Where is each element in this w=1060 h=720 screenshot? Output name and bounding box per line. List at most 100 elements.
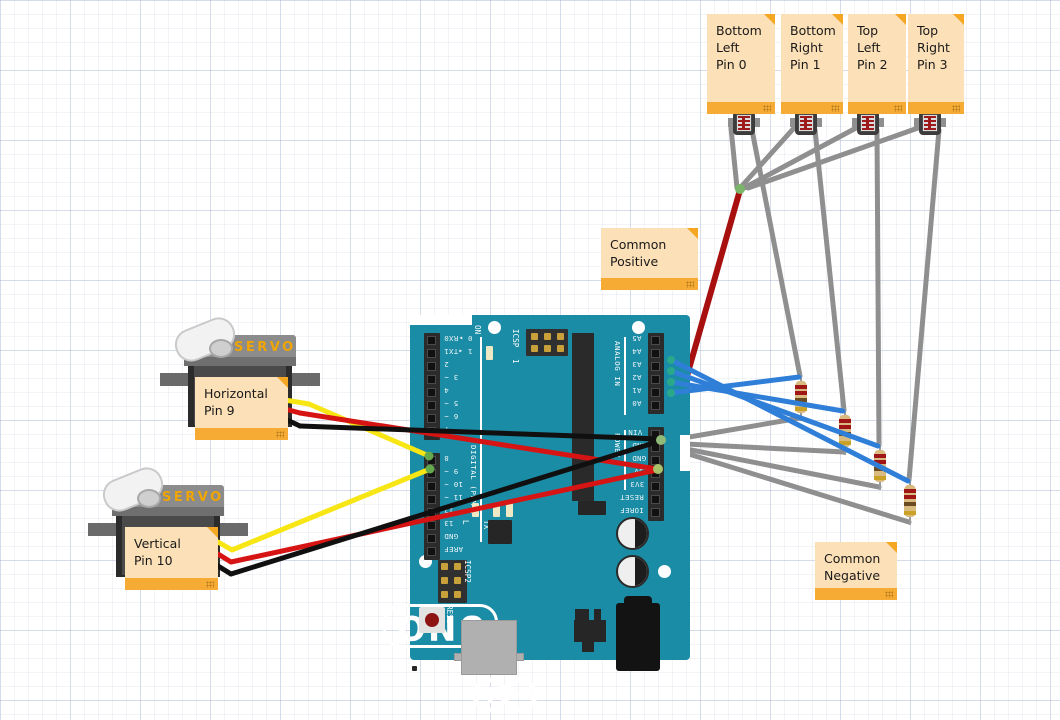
power-pin-reset[interactable] (651, 495, 660, 504)
reset-button[interactable] (419, 607, 445, 633)
resistor-a3[interactable] (903, 478, 917, 525)
arduino-uno-board[interactable]: 0 ▸RX0 1 ◂TX1 2 3 ~ 4 5 ~ 6 ~ 7 8 9 ~ 10… (383, 315, 690, 713)
power-pin-vin[interactable] (651, 430, 660, 439)
note-resize-grip-icon[interactable] (206, 581, 214, 588)
note-common-positive[interactable]: Common Positive (601, 228, 698, 290)
servo-mount-tab-right (218, 523, 248, 536)
mount-hole-4 (658, 565, 671, 578)
label-digital-2: 2 (444, 360, 449, 369)
note-common-negative[interactable]: Common Negative (815, 542, 897, 600)
power-pin-ioref[interactable] (651, 508, 660, 517)
power-barrel-jack[interactable] (616, 603, 660, 671)
icsp2-pad-6 (454, 591, 461, 598)
capacitor-2 (616, 555, 649, 588)
voltage-regulator (574, 620, 606, 642)
wire-resistor1-to-gnd[interactable] (663, 440, 847, 455)
note-fold-corner-icon (687, 228, 698, 239)
wire-ldr2-to-common-positive[interactable] (741, 125, 859, 191)
digital-pin-9[interactable] (427, 469, 436, 478)
digital-pin-3[interactable] (427, 375, 436, 384)
note-resize-grip-icon[interactable] (831, 105, 839, 112)
wire-resistor0-to-a0[interactable] (668, 374, 802, 396)
pcb-notch-top (410, 315, 472, 325)
note-fold-corner-icon (764, 14, 775, 25)
note-horizontal-servo[interactable]: Horizontal Pin 9 (195, 377, 288, 440)
power-pin-gnd-1[interactable] (651, 443, 660, 452)
power-pin-5v[interactable] (651, 469, 660, 478)
wire-ldr1-to-common-positive[interactable] (737, 125, 797, 191)
note-line-1: Vertical (134, 536, 181, 551)
led-l (472, 503, 479, 517)
digital-pin-12[interactable] (427, 508, 436, 517)
note-resize-grip-icon[interactable] (952, 105, 960, 112)
wire-ldr3-to-resistor3[interactable] (906, 127, 942, 483)
note-bottom-left[interactable]: Bottom Left Pin 0 (707, 14, 775, 114)
resistor-band-1 (904, 489, 916, 493)
note-resize-grip-icon[interactable] (276, 431, 284, 438)
wire-ldr0-to-common-positive[interactable] (728, 125, 740, 191)
note-line-2: Left (857, 40, 881, 55)
wire-ldr0-to-resistor0[interactable] (749, 127, 803, 379)
icsp2-pad-1 (441, 563, 448, 570)
wire-servo-vertical-signal-pin10[interactable] (229, 466, 433, 553)
note-vertical-servo[interactable]: Vertical Pin 10 (125, 527, 218, 590)
note-top-left[interactable]: Top Left Pin 2 (848, 14, 906, 114)
regulator-pad-1 (575, 609, 582, 620)
digital-pin-6[interactable] (427, 414, 436, 423)
note-bottom-right[interactable]: Bottom Right Pin 1 (781, 14, 843, 114)
note-resize-grip-icon[interactable] (686, 281, 694, 288)
ldr-sensor-pattern (800, 116, 812, 130)
digital-pin-4[interactable] (427, 388, 436, 397)
usb-tab-right (516, 653, 524, 661)
breadboard-canvas[interactable]: 0 ▸RX0 1 ◂TX1 2 3 ~ 4 5 ~ 6 ~ 7 8 9 ~ 10… (0, 0, 1060, 720)
power-pin-3v3[interactable] (651, 482, 660, 491)
digital-pin-13[interactable] (427, 521, 436, 530)
note-resize-grip-icon[interactable] (763, 105, 771, 112)
label-analog-a3: A3 (632, 360, 642, 369)
usb-tab-left (454, 653, 462, 661)
analog-pin-a3[interactable] (651, 362, 660, 371)
note-fold-corner-icon (886, 542, 897, 553)
resistor-a0[interactable] (794, 374, 808, 421)
note-resize-grip-icon[interactable] (894, 105, 902, 112)
label-digital-0: 0 ▸RX0 (444, 334, 473, 343)
wire-resistor1-to-a1[interactable] (668, 379, 846, 414)
note-top-right[interactable]: Top Right Pin 3 (908, 14, 964, 114)
digital-pin-1[interactable] (427, 349, 436, 358)
label-power-ioref: IOREF (620, 506, 644, 515)
digital-pin-11[interactable] (427, 495, 436, 504)
analog-pin-a0[interactable] (651, 401, 660, 410)
connector-bar (572, 333, 594, 501)
digital-pin-2[interactable] (427, 362, 436, 371)
digital-pin-5[interactable] (427, 401, 436, 410)
resistor-a2[interactable] (873, 443, 887, 490)
barrel-top (624, 596, 652, 606)
resistor-band-4 (795, 407, 807, 411)
analog-pin-a5[interactable] (651, 336, 660, 345)
pcb-notch-right (680, 435, 690, 471)
note-fold-corner-icon (207, 527, 218, 538)
analog-pin-a4[interactable] (651, 349, 660, 358)
note-resize-grip-icon[interactable] (885, 591, 893, 598)
ldr-sensor-pattern (738, 116, 750, 130)
digital-pin-8[interactable] (427, 456, 436, 465)
wire-ldr1-to-resistor1[interactable] (812, 127, 847, 413)
label-reset: RESET (445, 605, 454, 628)
icsp-pad-2 (544, 333, 551, 340)
digital-pin-gnd[interactable] (427, 534, 436, 543)
resistor-band-4 (904, 511, 916, 515)
wire-ldr2-to-resistor2[interactable] (874, 127, 882, 448)
analog-pin-a2[interactable] (651, 375, 660, 384)
usb-connector[interactable] (461, 620, 517, 675)
power-pin-gnd-2[interactable] (651, 456, 660, 465)
regulator-pad-2 (594, 609, 601, 620)
digital-pin-7[interactable] (427, 427, 436, 436)
digital-pin-10[interactable] (427, 482, 436, 491)
digital-pin-0[interactable] (427, 336, 436, 345)
digital-pin-aref[interactable] (427, 547, 436, 556)
label-digital-7: 7 (444, 425, 449, 434)
analog-pin-a1[interactable] (651, 388, 660, 397)
wire-ldr3-to-common-positive[interactable] (745, 125, 921, 191)
resistor-a1[interactable] (838, 408, 852, 455)
power-group-line (624, 430, 626, 490)
